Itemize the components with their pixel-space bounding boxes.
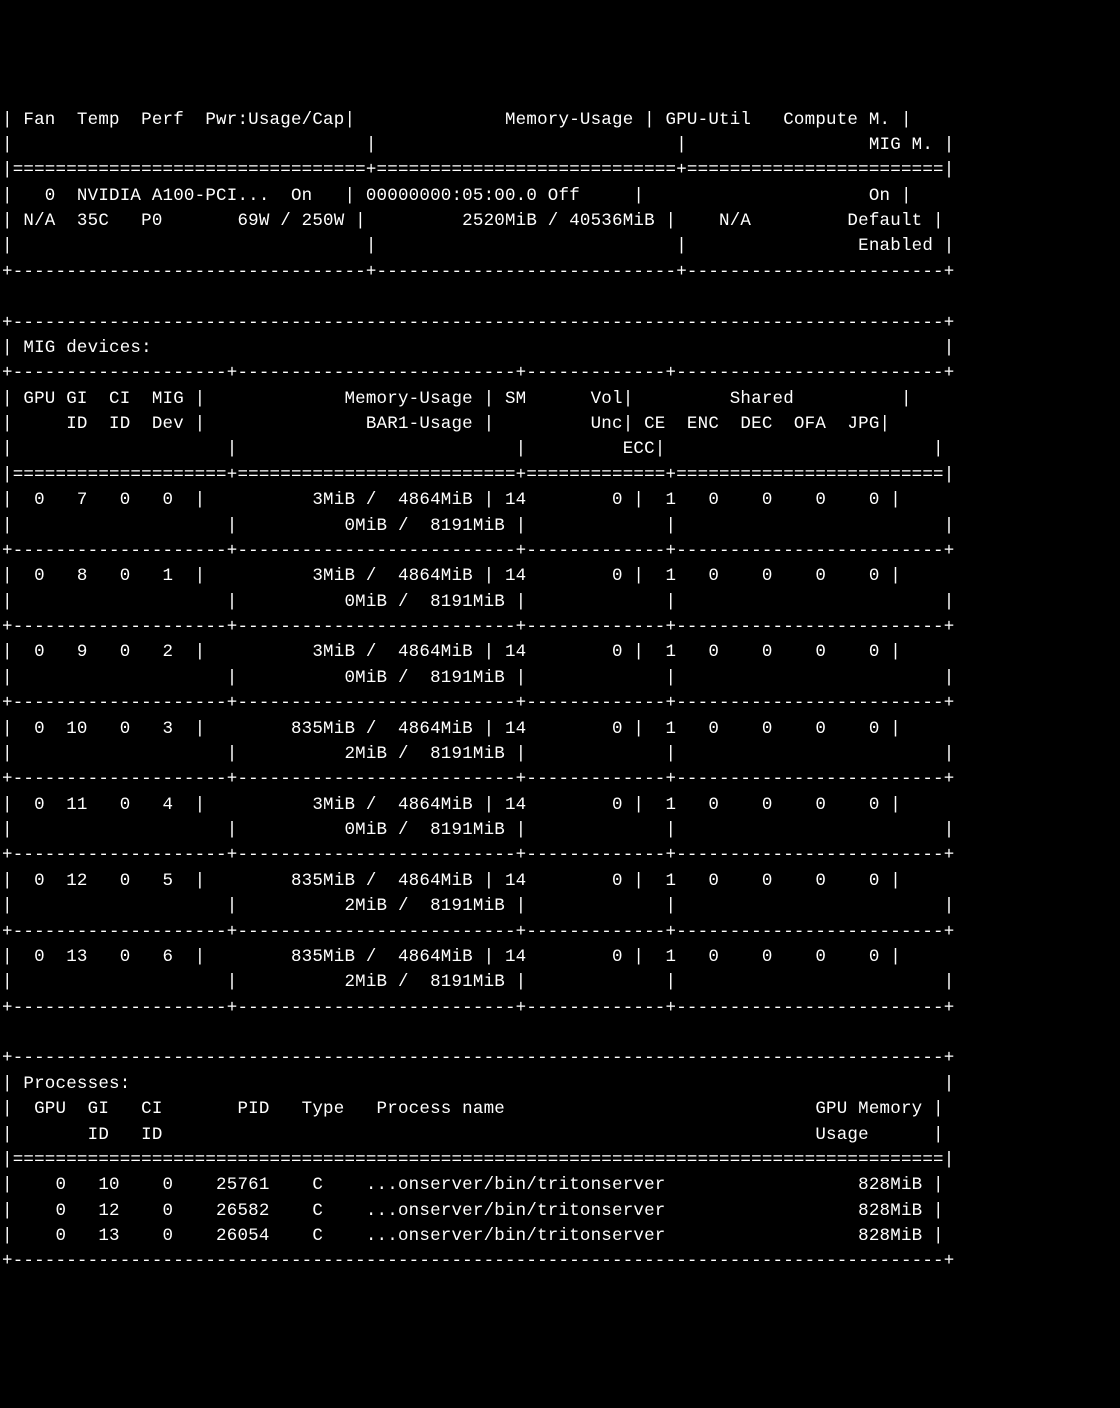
- nvidia-smi-output: | Fan Temp Perf Pwr:Usage/Cap| Memory-Us…: [2, 108, 1118, 1275]
